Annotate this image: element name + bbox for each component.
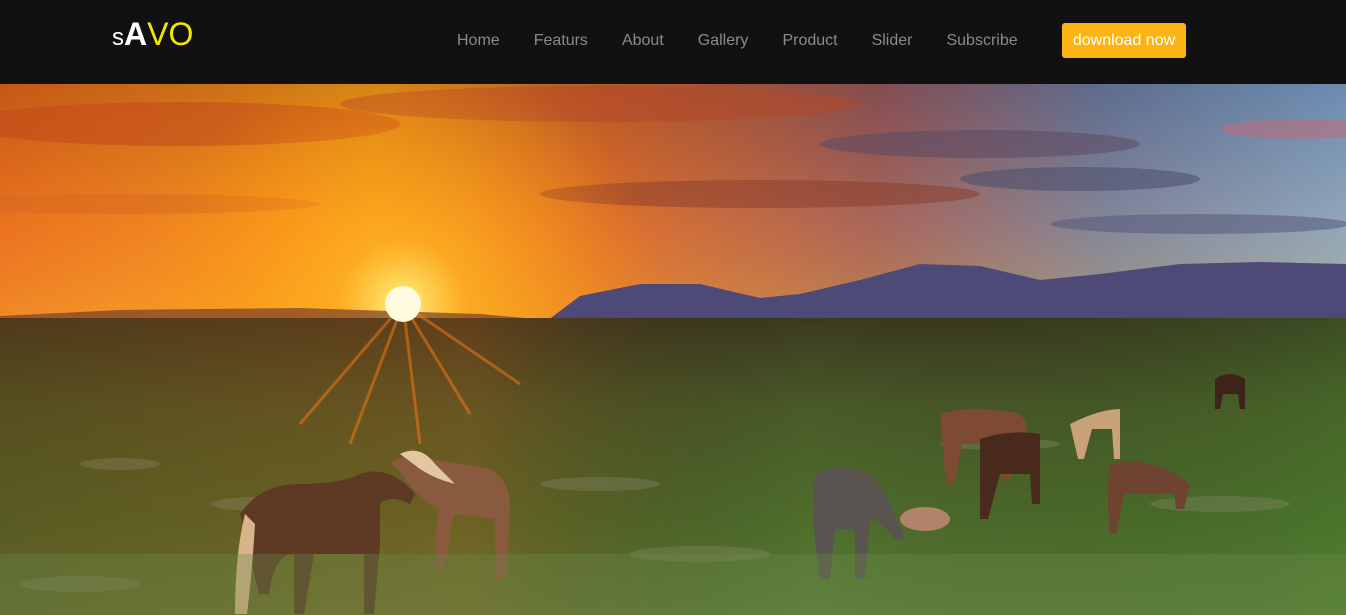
hero-image [0,84,1346,615]
nav-item-gallery[interactable]: Gallery [681,28,766,54]
nav-item-about[interactable]: About [605,28,681,54]
nav-item-slider[interactable]: Slider [855,28,930,54]
navbar: sAVO Home Featurs About Gallery Product … [0,0,1346,84]
nav-item-product[interactable]: Product [765,28,854,54]
hero-banner [0,84,1346,615]
logo-part-2: A [124,16,148,52]
nav-item-subscribe[interactable]: Subscribe [929,28,1034,54]
logo-part-1: s [112,24,124,51]
download-now-button[interactable]: download now [1062,23,1186,58]
main-nav: Home Featurs About Gallery Product Slide… [440,28,1035,54]
logo-part-3: VO [147,16,194,52]
nav-item-home[interactable]: Home [440,28,517,54]
brand-logo[interactable]: sAVO [112,14,193,54]
nav-item-features[interactable]: Featurs [517,28,605,54]
